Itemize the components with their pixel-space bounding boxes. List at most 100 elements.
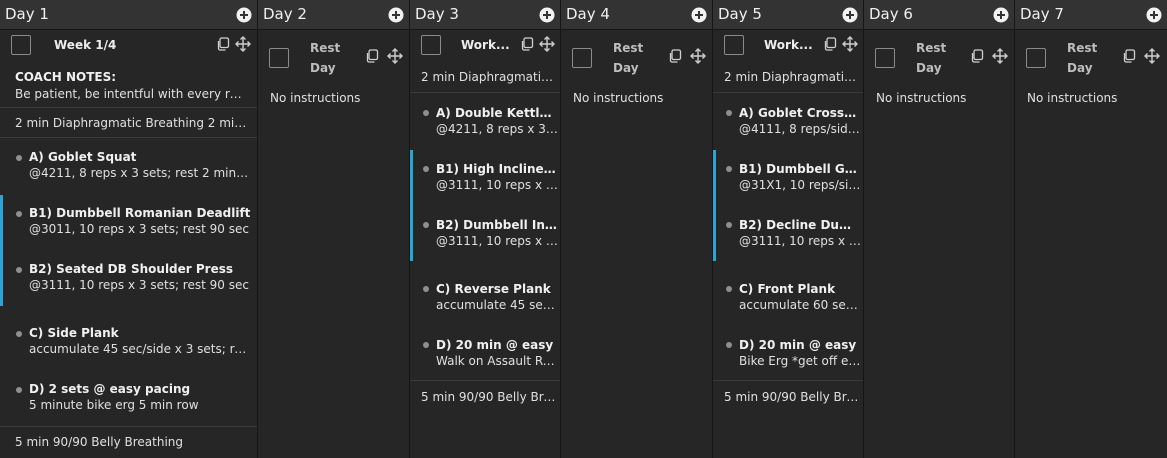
day-header: Day 3 (410, 0, 560, 30)
exercise-item[interactable]: C) Front Plank accumulate 60 sec... (713, 269, 863, 325)
exercise-item[interactable]: D) 20 min @ easy Walk on Assault Ru... (410, 325, 560, 381)
exercise-name: B2) Seated DB Shoulder Press (29, 262, 234, 276)
workout-checkbox[interactable] (11, 35, 31, 55)
warmup-section[interactable]: 2 min Diaphragmatic Breathing 2 min P... (0, 108, 257, 138)
day-header: Day 1 (0, 0, 257, 30)
add-icon[interactable] (993, 7, 1009, 23)
exercise-item[interactable]: D) 20 min @ easy Bike Erg *get off ev... (713, 325, 863, 381)
add-icon[interactable] (1146, 7, 1162, 23)
add-icon[interactable] (539, 7, 555, 23)
cooldown-text: 5 min 90/90 Belly Bre... (724, 390, 859, 404)
rest-day-title[interactable]: Rest Day (613, 38, 653, 78)
exercise-detail: @3011, 10 reps x 3 sets; rest 90 sec (29, 222, 249, 236)
add-icon[interactable] (691, 7, 707, 23)
workout-title[interactable]: Work... (461, 38, 511, 52)
cooldown-section[interactable]: 5 min 90/90 Belly Bre... (410, 381, 560, 413)
bullet-dot (726, 166, 732, 172)
move-icon[interactable] (235, 36, 251, 52)
exercise-item[interactable]: A) Goblet Squat @4211, 8 reps x 3 sets; … (0, 138, 257, 194)
day-title: Day 6 (869, 5, 913, 23)
add-icon[interactable] (842, 7, 858, 23)
exercise-item[interactable]: A) Double Kettleb... @4211, 8 reps x 3 s… (410, 93, 560, 149)
day-header: Day 4 (561, 0, 712, 30)
workout-card-header: Work... (410, 30, 560, 60)
exercise-item[interactable]: C) Side Plank accumulate 45 sec/side x 3… (0, 314, 257, 370)
bullet-dot (423, 286, 429, 292)
workout-title[interactable]: Week 1/4 (54, 38, 116, 52)
day-header: Day 7 (1015, 0, 1167, 30)
move-icon[interactable] (539, 36, 555, 52)
day-label: Day (916, 61, 942, 75)
copy-icon[interactable] (1122, 49, 1136, 63)
coach-notes-label: COACH NOTES: (15, 70, 117, 84)
bullet-dot (726, 110, 732, 116)
add-icon[interactable] (236, 7, 252, 23)
exercise-detail: accumulate 60 sec... (739, 298, 861, 312)
bullet-dot (16, 387, 22, 393)
copy-icon[interactable] (970, 49, 984, 63)
bullet-dot (726, 222, 732, 228)
move-icon[interactable] (387, 48, 403, 64)
bullet-dot (16, 267, 22, 273)
exercise-item[interactable]: B2) Dumbbell Incl... @3111, 10 reps x 3 … (410, 205, 560, 269)
rest-day-card-header: Rest Day (1015, 30, 1167, 75)
rest-day-title[interactable]: Rest Day (310, 38, 350, 78)
move-icon[interactable] (1144, 48, 1160, 64)
exercise-name: C) Side Plank (29, 326, 119, 340)
rest-label: Rest (310, 41, 341, 55)
exercise-item[interactable]: B1) Dumbbell Romanian Deadlift @3011, 10… (0, 194, 257, 250)
day-column-7: Day 7 Rest Day No instructions (1015, 0, 1167, 458)
coach-notes[interactable]: COACH NOTES: Be patient, be intentful wi… (0, 62, 257, 108)
copy-icon[interactable] (520, 37, 534, 51)
bullet-dot (16, 331, 22, 337)
move-icon[interactable] (842, 36, 858, 52)
day-column-4: Day 4 Rest Day No instructions (561, 0, 713, 458)
exercise-item[interactable]: C) Reverse Plank accumulate 45 sec... (410, 269, 560, 325)
day-column-1: Day 1 Week 1/4 COACH NOTES: Be patient, … (0, 0, 258, 458)
rest-day-checkbox[interactable] (572, 48, 592, 68)
cooldown-section[interactable]: 5 min 90/90 Belly Breathing (0, 427, 257, 458)
rest-day-checkbox[interactable] (1026, 48, 1046, 68)
rest-day-checkbox[interactable] (269, 48, 289, 68)
copy-icon[interactable] (668, 49, 682, 63)
exercise-detail: @3111, 10 reps x 3 sets; rest 90 sec (29, 278, 249, 292)
copy-icon[interactable] (216, 37, 230, 51)
rest-day-title[interactable]: Rest Day (916, 38, 956, 78)
move-icon[interactable] (690, 48, 706, 64)
warmup-section[interactable]: 2 min Diaphragmatic... (713, 62, 863, 93)
rest-label: Rest (916, 41, 947, 55)
workout-title[interactable]: Work... (764, 38, 814, 52)
exercise-detail: @3111, 10 reps x 3 s... (436, 234, 558, 248)
exercise-item[interactable]: D) 2 sets @ easy pacing 5 minute bike er… (0, 370, 257, 427)
exercise-detail: @4211, 8 reps x 3 sets; rest 2 min *nail… (29, 166, 249, 180)
move-icon[interactable] (992, 48, 1008, 64)
exercise-item[interactable]: B1) High Incline D... @3111, 10 reps x 3… (410, 149, 560, 205)
bullet-dot (423, 110, 429, 116)
day-label: Day (1067, 61, 1093, 75)
exercise-detail: Bike Erg *get off ev... (739, 354, 861, 368)
copy-icon[interactable] (365, 49, 379, 63)
day-title: Day 1 (5, 5, 49, 23)
exercise-item[interactable]: B1) Dumbbell Gor... @31X1, 10 reps/side.… (713, 149, 863, 205)
cooldown-section[interactable]: 5 min 90/90 Belly Bre... (713, 381, 863, 413)
exercise-item[interactable]: A) Goblet Crosso... @4111, 8 reps/side x… (713, 93, 863, 149)
rest-day-card-header: Rest Day (258, 30, 409, 75)
warmup-text: 2 min Diaphragmatic... (421, 70, 556, 84)
exercise-detail: @3111, 10 reps x 3 s... (739, 234, 861, 248)
warmup-section[interactable]: 2 min Diaphragmatic... (410, 62, 560, 93)
no-instructions: No instructions (270, 91, 361, 105)
workout-checkbox[interactable] (724, 35, 744, 55)
exercise-name: A) Goblet Crosso... (739, 106, 861, 120)
rest-day-checkbox[interactable] (875, 48, 895, 68)
exercise-detail: accumulate 45 sec/side x 3 sets; rest ..… (29, 342, 249, 356)
exercise-item[interactable]: B2) Seated DB Shoulder Press @3111, 10 r… (0, 250, 257, 314)
exercise-item[interactable]: B2) Decline Dum... @3111, 10 reps x 3 s.… (713, 205, 863, 269)
exercise-name: A) Goblet Squat (29, 150, 137, 164)
coach-notes-text: Be patient, be intentful with every rep,… (15, 87, 245, 101)
rest-day-title[interactable]: Rest Day (1067, 38, 1107, 78)
copy-icon[interactable] (823, 37, 837, 51)
workout-checkbox[interactable] (421, 35, 441, 55)
day-title: Day 3 (415, 5, 459, 23)
add-icon[interactable] (388, 7, 404, 23)
rest-day-card-header: Rest Day (864, 30, 1014, 75)
